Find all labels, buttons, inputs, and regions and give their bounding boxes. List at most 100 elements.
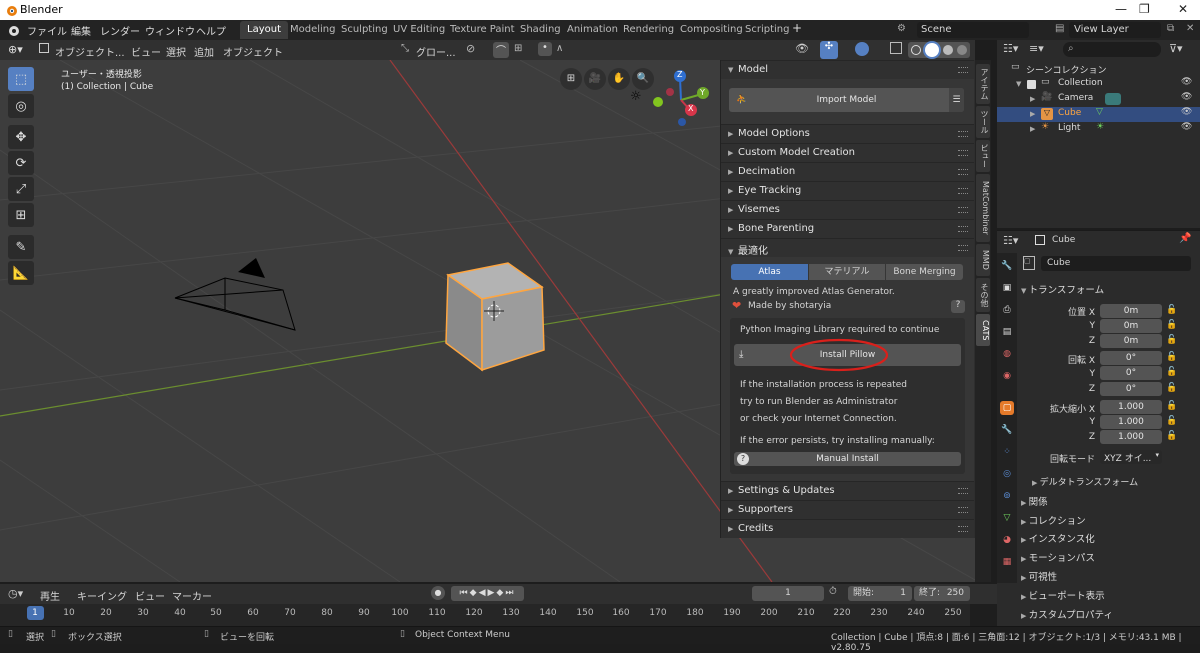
section-model-options[interactable]: ▶ Model Options <box>721 124 974 143</box>
rendered-shading-icon[interactable] <box>957 45 967 55</box>
prev-key-icon[interactable]: ◆ <box>470 588 479 598</box>
view-layer-tab-icon[interactable]: ▤ <box>1000 325 1014 339</box>
gizmo-toggle-icon[interactable]: ✣ <box>820 41 838 59</box>
tab-layout[interactable]: Layout <box>240 21 288 39</box>
tab-texture-paint[interactable]: Texture Paint <box>443 21 522 39</box>
model-panel-header[interactable]: ▼ Model <box>721 60 974 79</box>
motion-paths-section[interactable]: ▶ モーションパス <box>1021 550 1095 564</box>
tab-scripting[interactable]: Scripting <box>738 21 796 39</box>
rotation-mode-select[interactable]: XYZ オイ... ▾ <box>1100 450 1162 464</box>
editor-type-icon[interactable]: ⊕▾ <box>8 43 23 56</box>
pan-view-icon[interactable]: ✋ <box>608 68 630 90</box>
object-data-icon[interactable]: ▢ <box>1023 256 1035 270</box>
rotation-x-field[interactable]: 0° <box>1100 351 1162 365</box>
eye-icon[interactable]: 👁 <box>1181 122 1192 132</box>
scene-selector[interactable]: Scene <box>917 22 1029 38</box>
tool-tab-icon[interactable]: 🔧 <box>1000 259 1014 273</box>
manual-install-button[interactable]: ? Manual Install <box>734 452 961 466</box>
transform-tool-icon[interactable]: ⊞ <box>8 203 34 227</box>
drag-handle-icon[interactable] <box>958 131 968 137</box>
add-workspace-button[interactable]: + <box>792 21 802 35</box>
transform-section[interactable]: ▼ トランスフォーム <box>1021 282 1104 296</box>
camera-object[interactable] <box>170 240 300 340</box>
light-data-icon[interactable]: ☀ <box>1096 122 1104 132</box>
jump-start-icon[interactable]: ⏮ <box>460 588 470 598</box>
copy-icon[interactable]: ⧉ <box>1167 23 1174 34</box>
menu-render[interactable]: レンダー <box>100 23 140 38</box>
mesh-data-icon[interactable]: ▽ <box>1096 107 1103 117</box>
cursor-tool-icon[interactable]: ◎ <box>8 94 34 118</box>
viewport-display-section[interactable]: ▶ ビューポート表示 <box>1021 588 1105 602</box>
outliner-row-camera[interactable]: ▶ 🎥 Camera 👁 <box>997 92 1200 107</box>
orientation-selector[interactable]: グロー... <box>416 44 456 59</box>
material-tab-icon[interactable]: ◕ <box>1000 533 1014 547</box>
eye-icon[interactable]: 👁 <box>1181 107 1192 117</box>
mode-selector[interactable]: オブジェクト... <box>55 44 125 59</box>
lock-icon[interactable]: 🔓 <box>1166 305 1177 315</box>
proportional-edit-icon[interactable]: • <box>538 42 552 56</box>
drag-handle-icon[interactable] <box>958 207 968 213</box>
outliner-row-cube[interactable]: ▶ ▽ Cube ▽ 👁 <box>997 107 1200 122</box>
cube-object[interactable] <box>440 255 552 373</box>
lock-icon[interactable]: 🔓 <box>1166 383 1177 393</box>
lock-icon[interactable]: 🔓 <box>1166 335 1177 345</box>
import-menu-icon[interactable]: ☰ <box>949 88 964 112</box>
vtab-tool[interactable]: ツール <box>976 106 990 138</box>
outliner-row-collection[interactable]: ▼ ▭ Collection 👁 <box>997 77 1200 92</box>
outliner-type-icon[interactable]: ☷▾ <box>1003 42 1018 55</box>
snap-icon[interactable]: ⌒ <box>493 42 509 58</box>
expand-icon[interactable]: ▶ <box>1030 92 1035 107</box>
lock-icon[interactable]: 🔓 <box>1166 416 1177 426</box>
data-tab-icon[interactable]: ▽ <box>1000 511 1014 525</box>
vtab-matcombiner[interactable]: MatCombiner <box>976 174 990 242</box>
location-z-field[interactable]: 0m <box>1100 334 1162 348</box>
drag-handle-icon[interactable] <box>958 150 968 156</box>
timeline-scrollbar[interactable] <box>970 604 997 626</box>
jump-end-icon[interactable]: ⏭ <box>505 588 515 598</box>
tab-material[interactable]: マテリアル <box>809 264 885 280</box>
drag-handle-icon[interactable] <box>958 188 968 194</box>
remove-icon[interactable]: ✕ <box>1186 23 1194 34</box>
drag-handle-icon[interactable] <box>958 67 968 73</box>
record-icon[interactable]: ● <box>431 586 445 600</box>
drag-handle-icon[interactable] <box>958 169 968 175</box>
maximize-button[interactable]: ❐ <box>1139 2 1150 16</box>
end-frame-field[interactable]: 終了: 250 <box>914 586 970 601</box>
menu-help[interactable]: ヘルプ <box>196 23 226 38</box>
drag-handle-icon[interactable] <box>958 226 968 232</box>
minimize-button[interactable]: — <box>1115 2 1127 16</box>
custom-properties-section[interactable]: ▶ カスタムプロパティ <box>1021 607 1113 621</box>
location-x-field[interactable]: 0m <box>1100 304 1162 318</box>
light-object-icon[interactable]: ☼ <box>630 89 642 104</box>
visibility-icon[interactable]: 👁 <box>795 42 809 55</box>
vtab-view[interactable]: ビュー <box>976 140 990 172</box>
menu-file[interactable]: ファイル <box>27 23 67 38</box>
object-name-field[interactable]: Cube <box>1041 256 1191 271</box>
menu-keying[interactable]: キーイング <box>77 588 127 603</box>
menu-object[interactable]: オブジェクト <box>223 44 283 59</box>
timer-icon[interactable]: ⏱ <box>829 586 837 597</box>
material-shading-icon[interactable] <box>943 45 953 55</box>
eye-icon[interactable]: 👁 <box>1181 92 1192 102</box>
menu-edit[interactable]: 編集 <box>71 23 91 38</box>
section-decimation[interactable]: ▶ Decimation <box>721 162 974 181</box>
tab-atlas[interactable]: Atlas <box>731 264 808 280</box>
vtab-mmd[interactable]: MMD <box>976 244 990 276</box>
section-optimize[interactable]: ▼ 最適化 <box>721 238 974 257</box>
rotation-z-field[interactable]: 0° <box>1100 382 1162 396</box>
measure-tool-icon[interactable]: 📐 <box>8 261 34 285</box>
snap-target-icon[interactable]: ⊞ <box>514 43 522 54</box>
section-bone-parenting[interactable]: ▶ Bone Parenting <box>721 219 974 238</box>
pin-icon[interactable]: 📌 <box>1179 233 1191 244</box>
lock-icon[interactable]: 🔓 <box>1166 352 1177 362</box>
modifier-tab-icon[interactable]: 🔧 <box>1000 423 1014 437</box>
current-frame-field[interactable]: 1 <box>752 586 824 601</box>
rotate-tool-icon[interactable]: ⟳ <box>8 151 34 175</box>
lock-icon[interactable]: 🔓 <box>1166 401 1177 411</box>
texture-tab-icon[interactable]: ▦ <box>1000 555 1014 569</box>
scene-collection-row[interactable]: ▭ シーンコレクション <box>997 62 1200 77</box>
falloff-icon[interactable]: ∧ <box>556 43 563 54</box>
physics-tab-icon[interactable]: ◎ <box>1000 467 1014 481</box>
vtab-item[interactable]: アイテム <box>976 64 990 104</box>
lock-icon[interactable]: 🔓 <box>1166 367 1177 377</box>
